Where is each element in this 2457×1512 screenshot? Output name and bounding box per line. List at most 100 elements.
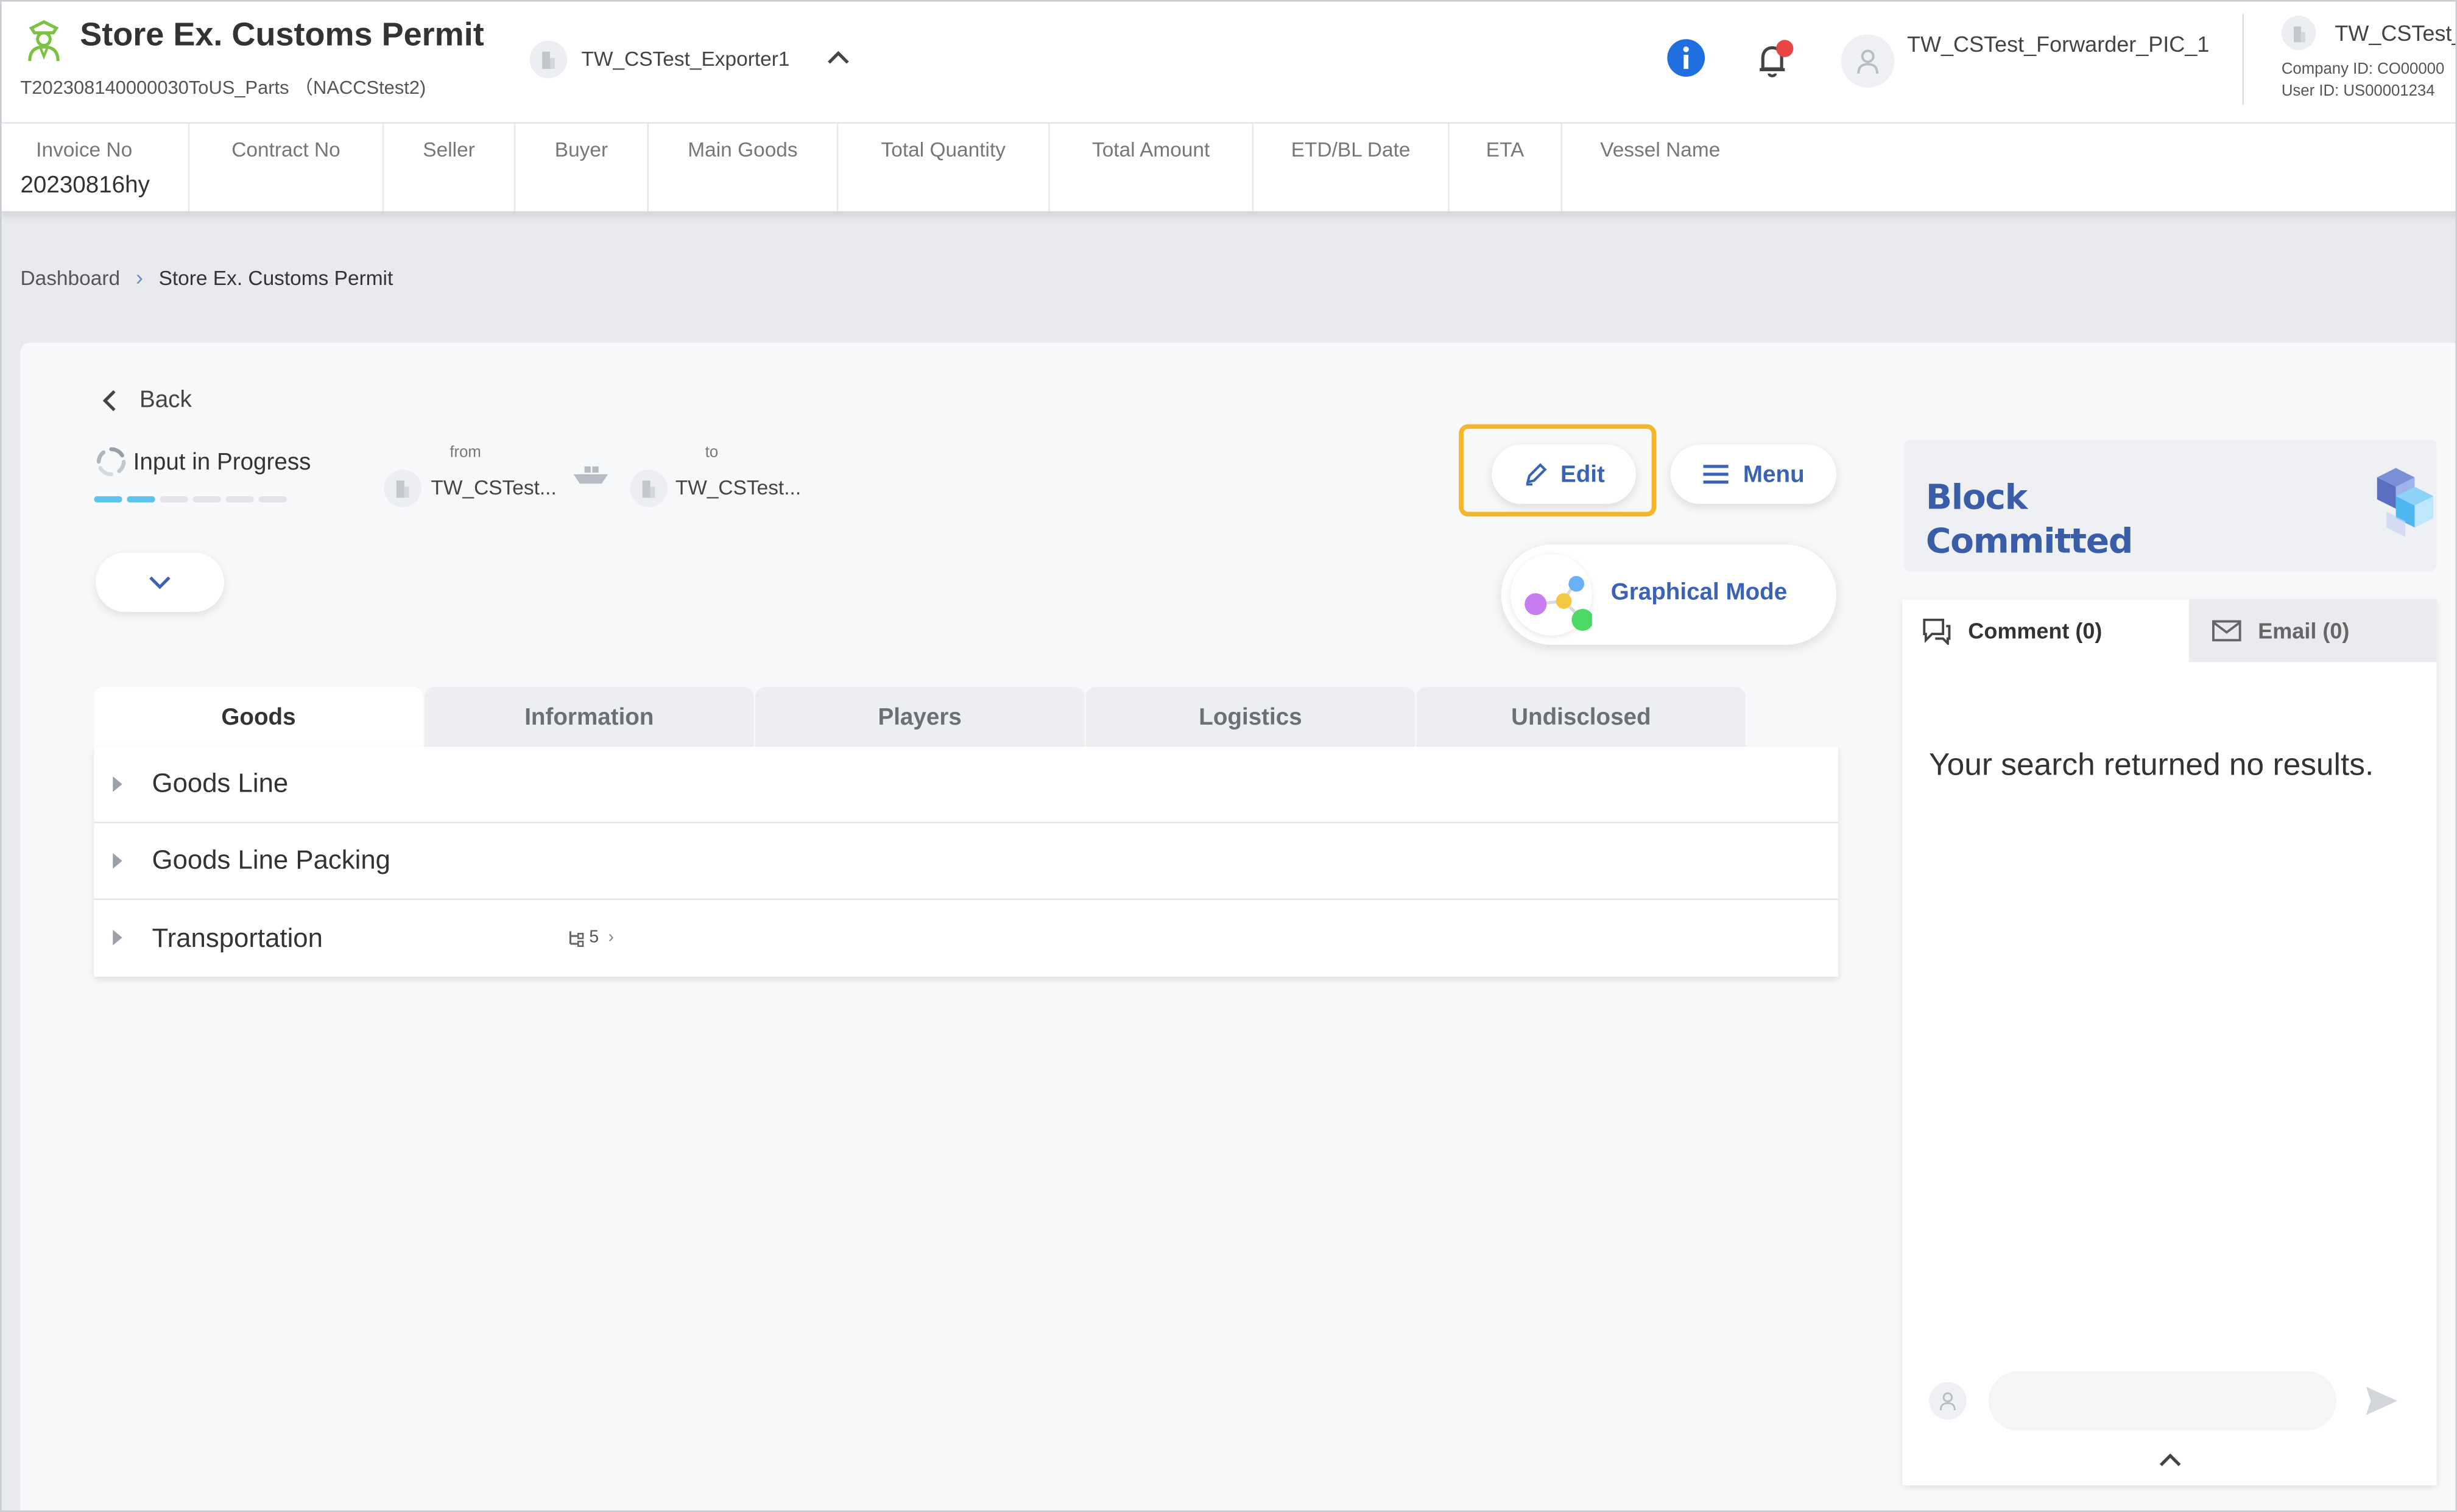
person-icon (1857, 49, 1879, 74)
comment-input[interactable] (1988, 1371, 2336, 1431)
summary-label: ETA (1486, 138, 1525, 161)
graphical-mode-button[interactable]: Graphical Mode (1501, 544, 1837, 645)
chevron-down-icon (149, 576, 171, 589)
building-icon (396, 480, 409, 498)
document-reference: T202308140000030ToUS_Parts （NACCStest2) (20, 76, 426, 99)
chevron-left-icon (102, 389, 116, 410)
app-window: Store Ex. Customs Permit T20230814000003… (0, 0, 2457, 1512)
summary-value: 20230816hy (20, 172, 150, 199)
back-button[interactable]: Back (102, 387, 192, 413)
company-avatar[interactable] (529, 40, 568, 79)
progress-step (94, 496, 122, 503)
route-from-label: from (449, 444, 481, 462)
commenter-avatar (1928, 1382, 1967, 1420)
summary-contract-no: Contract No (189, 124, 384, 212)
badge-count: 5 (589, 928, 599, 948)
email-tab-label: Email (0) (2258, 618, 2350, 644)
row-label: Goods Line Packing (152, 845, 391, 875)
edit-button[interactable]: Edit (1492, 444, 1636, 504)
status-label: Input in Progress (133, 448, 311, 476)
row-label: Goods Line (152, 768, 289, 798)
goods-row-goods-line[interactable]: Goods Line (94, 747, 1838, 824)
goods-row-transportation[interactable]: Transportation 5 › (94, 900, 1838, 977)
tab-comment[interactable]: Comment (0) (1902, 599, 2190, 663)
empty-state-message: Your search returned no results. (1928, 748, 2374, 783)
route-from-name[interactable]: TW_CSTest... (431, 476, 556, 499)
summary-label: Main Goods (688, 138, 798, 161)
company-selector[interactable]: TW_CSTest_Exporter1 (581, 47, 789, 71)
summary-label: Vessel Name (1600, 138, 1721, 161)
in-progress-icon (96, 447, 126, 477)
envelope-icon (2212, 620, 2241, 642)
summary-eta: ETA (1450, 124, 1562, 212)
tab-email[interactable]: Email (0) (2189, 599, 2437, 663)
company-id: Company ID: CO00000 (2281, 61, 2445, 79)
tab-information[interactable]: Information (425, 687, 754, 748)
blockchain-cube-icon (2377, 468, 2434, 537)
chevron-up-icon[interactable] (823, 46, 854, 71)
graph-nodes-icon (1525, 575, 1594, 631)
goods-section: Goods Line Goods Line Packing Transporta… (94, 747, 1838, 977)
caret-right-icon (113, 853, 122, 869)
ship-icon (573, 466, 608, 484)
route-to-name[interactable]: TW_CSTest... (675, 476, 801, 499)
chevron-up-icon[interactable] (2156, 1449, 2184, 1471)
menu-button[interactable]: Menu (1670, 444, 1837, 504)
progress-step (192, 496, 221, 503)
caret-right-icon (113, 776, 122, 792)
summary-label: Buyer (554, 138, 608, 161)
transportation-count-badge[interactable]: 5 › (558, 924, 624, 952)
summary-label: Total Quantity (881, 138, 1006, 161)
user-id: User ID: US00001234 (2281, 83, 2435, 100)
user-avatar[interactable] (1841, 34, 1895, 88)
info-icon[interactable] (1667, 39, 1705, 77)
building-icon (2293, 26, 2305, 42)
summary-total-quantity: Total Quantity (838, 124, 1050, 212)
notification-bell-icon[interactable] (1754, 39, 1794, 80)
summary-total-amount: Total Amount (1050, 124, 1254, 212)
summary-label: Seller (423, 138, 475, 161)
comment-icon (1923, 618, 1951, 645)
user-name[interactable]: TW_CSTest_Forwarder_PIC_1 (1907, 30, 2221, 60)
tab-undisclosed[interactable]: Undisclosed (1416, 687, 1746, 748)
pencil-icon (1526, 463, 1547, 486)
send-icon[interactable] (2364, 1385, 2399, 1416)
summary-label: Contract No (231, 138, 340, 161)
back-label: Back (139, 386, 192, 413)
menu-label: Menu (1743, 460, 1805, 488)
summary-bar: Invoice No 20230816hy Contract No Seller… (1, 124, 2456, 213)
summary-etd-bl-date: ETD/BL Date (1253, 124, 1450, 212)
account-name[interactable]: TW_CSTest_ (2335, 20, 2455, 45)
breadcrumb-dashboard[interactable]: Dashboard (20, 265, 120, 289)
tab-players[interactable]: Players (755, 687, 1085, 748)
goods-row-goods-line-packing[interactable]: Goods Line Packing (94, 823, 1838, 900)
expand-details-button[interactable] (95, 552, 224, 613)
caret-right-icon (113, 929, 122, 946)
from-company-avatar (384, 469, 422, 507)
page-title: Store Ex. Customs Permit (80, 17, 484, 54)
progress-step (258, 496, 287, 503)
breadcrumb-separator: › (135, 264, 143, 290)
to-company-avatar (630, 469, 668, 507)
progress-step (225, 496, 254, 503)
tree-icon (569, 931, 584, 948)
block-status-card: Block Committed (1903, 440, 2437, 572)
building-icon (642, 480, 655, 498)
progress-step (127, 496, 155, 503)
tab-goods[interactable]: Goods (94, 687, 423, 748)
header-divider (2242, 14, 2244, 105)
comment-panel: Comment (0) Email (0) Your search return… (1902, 599, 2437, 1486)
summary-invoice-no: Invoice No 20230816hy (2, 124, 190, 212)
summary-vessel-name: Vessel Name (1562, 124, 1758, 211)
graphical-mode-label: Graphical Mode (1610, 579, 1788, 606)
breadcrumb: Dashboard › Store Ex. Customs Permit (20, 264, 393, 289)
app-header: Store Ex. Customs Permit T20230814000003… (1, 1, 2456, 124)
summary-seller: Seller (384, 124, 516, 212)
status-indicator: Input in Progress (96, 446, 311, 477)
comment-tab-label: Comment (0) (1968, 618, 2103, 644)
summary-buyer: Buyer (515, 124, 649, 212)
summary-main-goods: Main Goods (649, 124, 839, 212)
progress-step (160, 496, 188, 503)
tab-logistics[interactable]: Logistics (1085, 687, 1415, 748)
customs-officer-icon (28, 20, 60, 62)
